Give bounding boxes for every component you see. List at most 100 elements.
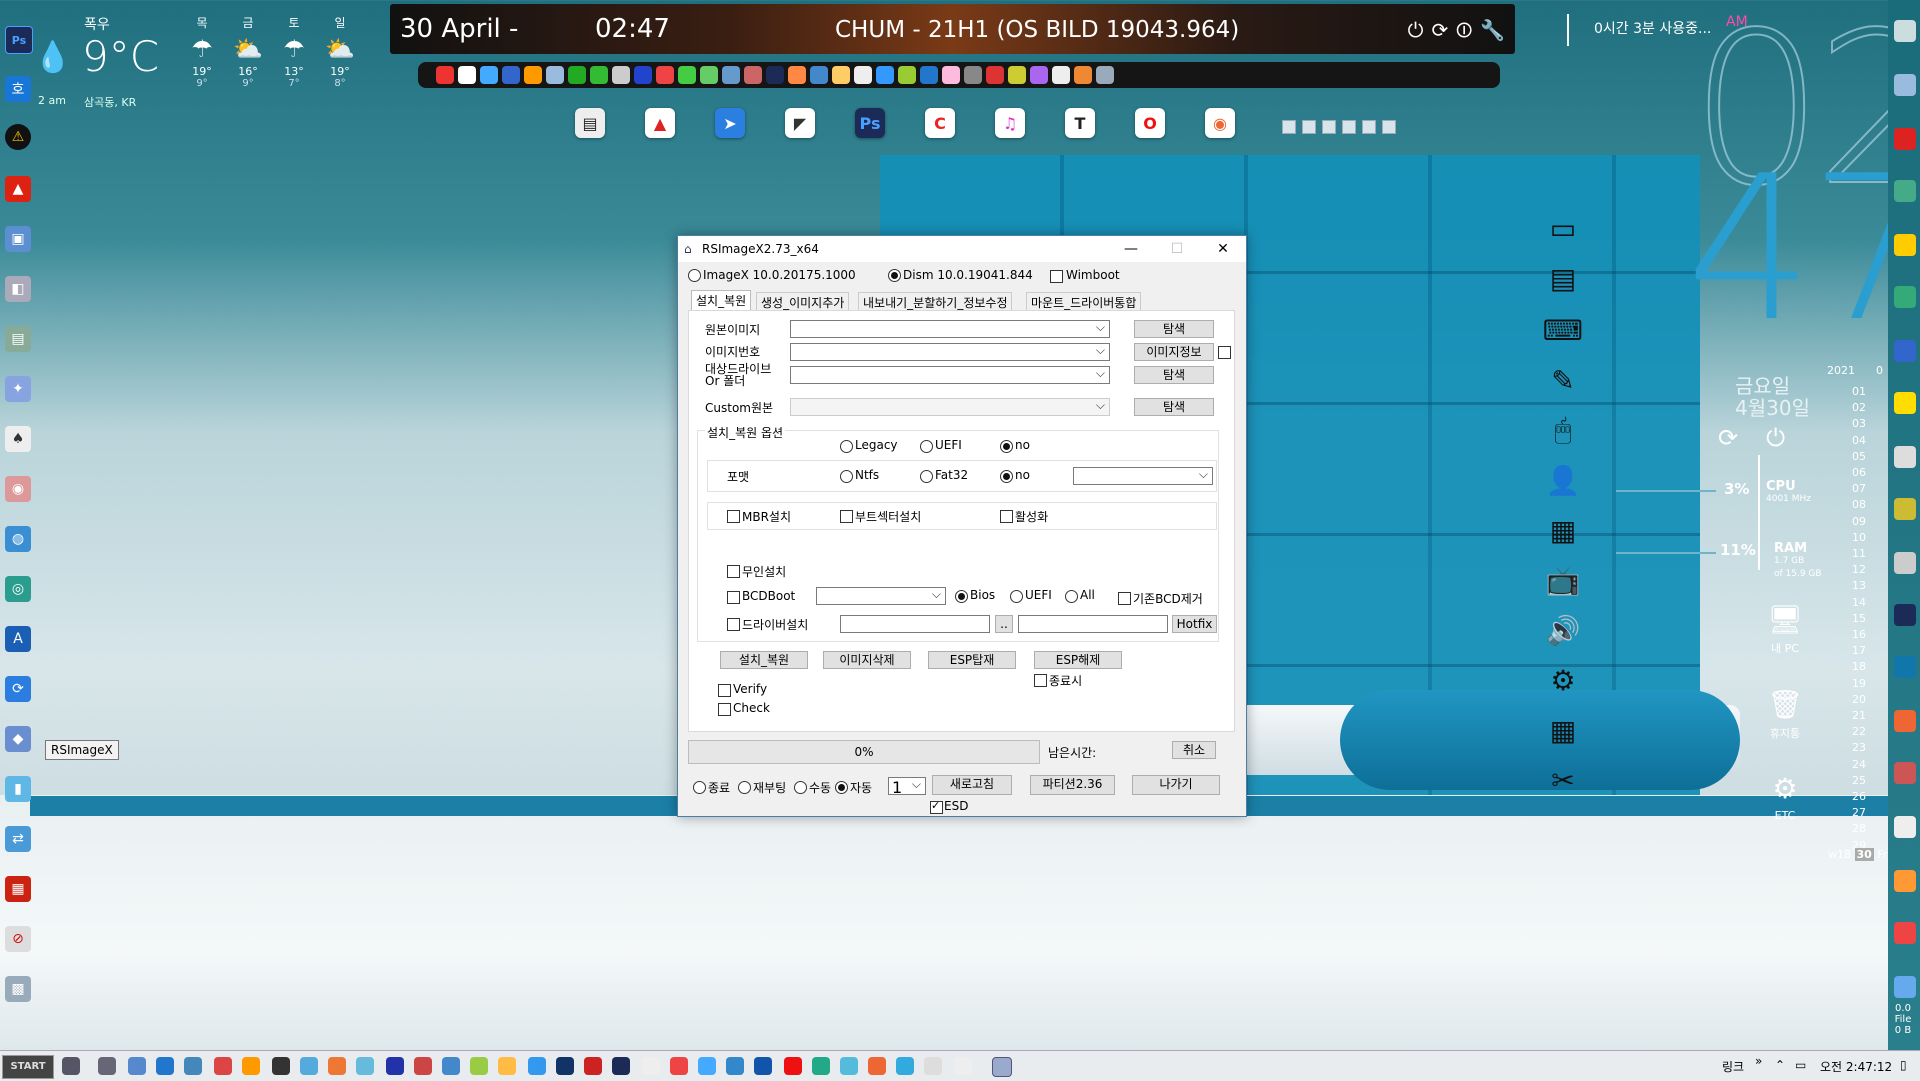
launch-app-icon[interactable]	[436, 66, 454, 84]
launch-app-icon[interactable]	[986, 66, 1004, 84]
sync-icon[interactable]: ⟳	[5, 676, 31, 702]
chevron-icon[interactable]: »	[1755, 1054, 1762, 1068]
taskbar-app-icon[interactable]	[954, 1057, 972, 1075]
page-indicator-dots[interactable]	[1282, 120, 1396, 134]
launch-app-icon[interactable]	[612, 66, 630, 84]
film-icon[interactable]: ▦	[5, 876, 31, 902]
task-view-icon[interactable]	[62, 1057, 80, 1075]
taskbar-app-icon[interactable]	[840, 1057, 858, 1075]
launch-app-icon[interactable]	[656, 66, 674, 84]
taskbar-app-icon[interactable]	[414, 1057, 432, 1075]
taskbar-app-icon[interactable]	[528, 1057, 546, 1075]
launch-app-icon[interactable]	[546, 66, 564, 84]
notification-icon[interactable]: ⌃	[1775, 1058, 1785, 1072]
unmount-esp-button[interactable]: ESP해제	[1034, 651, 1122, 669]
launch-app-icon[interactable]	[568, 66, 586, 84]
editor-a-icon[interactable]: A	[5, 626, 31, 652]
format-combo[interactable]	[1073, 467, 1213, 485]
mbr-checkbox[interactable]	[727, 510, 740, 523]
imagex-radio[interactable]	[688, 269, 701, 282]
photoshop-icon[interactable]: Ps	[5, 26, 33, 54]
right-app-icon[interactable]	[1894, 762, 1916, 784]
right-app-icon[interactable]	[1894, 498, 1916, 520]
launch-app-icon[interactable]	[458, 66, 476, 84]
recycle-bin-shortcut[interactable]: 🗑 휴지통	[1755, 688, 1815, 741]
links-label[interactable]: 링크	[1722, 1058, 1744, 1075]
blocked-icon[interactable]: ⊘	[5, 926, 31, 952]
taskbar-app-icon[interactable]	[386, 1057, 404, 1075]
format-no-radio[interactable]	[1000, 470, 1013, 483]
taskbar-app-icon[interactable]	[868, 1057, 886, 1075]
taskbar-app-icon[interactable]	[754, 1057, 772, 1075]
right-app-icon[interactable]	[1894, 816, 1916, 838]
close-button[interactable]: ✕	[1200, 236, 1246, 262]
taskbar-app-icon[interactable]	[698, 1057, 716, 1075]
bootsector-checkbox[interactable]	[840, 510, 853, 523]
bcd-uefi-radio[interactable]	[1010, 590, 1023, 603]
taskbar-app-icon[interactable]	[498, 1057, 516, 1075]
taskbar-app-icon[interactable]	[642, 1057, 660, 1075]
refresh-icon[interactable]: ⟳	[1718, 424, 1738, 452]
launch-app-icon[interactable]	[788, 66, 806, 84]
game-icon[interactable]: ◉	[5, 476, 31, 502]
launch-app-icon[interactable]	[634, 66, 652, 84]
dock-disk-icon[interactable]: ▤	[575, 108, 605, 138]
notebook-icon[interactable]: ▮	[5, 776, 31, 802]
launch-app-icon[interactable]	[590, 66, 608, 84]
dock-photoshop-icon[interactable]: Ps	[855, 108, 885, 138]
hotfix-button[interactable]: Hotfix	[1172, 615, 1217, 633]
maximize-button[interactable]: ☐	[1154, 236, 1200, 262]
launch-app-icon[interactable]	[920, 66, 938, 84]
activate-checkbox[interactable]	[1000, 510, 1013, 523]
source-image-combo[interactable]	[790, 320, 1110, 338]
remove-bcd-checkbox[interactable]	[1118, 592, 1131, 605]
taskbar-app-icon[interactable]	[784, 1057, 802, 1075]
custom-source-combo[interactable]	[790, 398, 1110, 416]
my-pc-shortcut[interactable]: 🖥 내 PC	[1755, 603, 1815, 656]
driver-browse-button[interactable]: ..	[995, 615, 1013, 633]
user-icon[interactable]: 👤	[1545, 462, 1581, 498]
umbrella-app-icon[interactable]: ▲	[5, 176, 31, 202]
taskbar-app-icon[interactable]	[924, 1057, 942, 1075]
verify-checkbox[interactable]	[718, 684, 731, 697]
right-app-icon[interactable]	[1894, 180, 1916, 202]
right-app-icon[interactable]	[1894, 604, 1916, 626]
transfer-icon[interactable]: ⇄	[5, 826, 31, 852]
count-combo[interactable]: 1	[888, 777, 926, 797]
taskbar-app-icon[interactable]	[242, 1057, 260, 1075]
restart-icon[interactable]: ⟳	[1432, 18, 1449, 42]
right-app-icon[interactable]	[1894, 340, 1916, 362]
shutdown-radio[interactable]	[693, 781, 706, 794]
partition-button[interactable]: 파티션2.36	[1030, 775, 1115, 795]
dock-itunes-icon[interactable]: ♫	[995, 108, 1025, 138]
taskbar-app-icon[interactable]	[612, 1057, 630, 1075]
fat32-radio[interactable]	[920, 470, 933, 483]
hotfix-path-input[interactable]	[1018, 615, 1168, 633]
right-app-icon[interactable]	[1894, 446, 1916, 468]
tools-cross-icon[interactable]: ✂	[1545, 762, 1581, 798]
launch-app-icon[interactable]	[1074, 66, 1092, 84]
terminal-icon[interactable]: ▭	[1545, 210, 1581, 246]
dock-opera-icon[interactable]: O	[1135, 108, 1165, 138]
dock-compass-icon[interactable]: ➤	[715, 108, 745, 138]
esd-checkbox[interactable]	[930, 799, 943, 814]
dock-feather-icon[interactable]: ◤	[785, 108, 815, 138]
triangle-app-icon[interactable]: ⚠	[5, 124, 31, 150]
check-checkbox[interactable]	[718, 703, 731, 716]
target-drive-combo[interactable]	[790, 366, 1110, 384]
edit-note-icon[interactable]: ✎	[1545, 362, 1581, 398]
package-icon[interactable]: ▩	[5, 976, 31, 1002]
rsimagex-icon[interactable]: ◆	[5, 726, 31, 752]
network-globe-icon[interactable]: ◎	[5, 576, 31, 602]
wizard-icon[interactable]: ✦	[5, 376, 31, 402]
launch-app-icon[interactable]	[722, 66, 740, 84]
image-number-combo[interactable]	[790, 343, 1110, 361]
launch-app-icon[interactable]	[854, 66, 872, 84]
taskbar-app-icon[interactable]	[356, 1057, 374, 1075]
taskbar-app-icon[interactable]	[300, 1057, 318, 1075]
right-app-icon[interactable]	[1894, 286, 1916, 308]
globe-user-icon[interactable]: ◍	[5, 526, 31, 552]
taskbar-app-icon[interactable]	[584, 1057, 602, 1075]
bcdboot-combo[interactable]	[816, 587, 946, 605]
right-app-icon[interactable]	[1894, 656, 1916, 678]
